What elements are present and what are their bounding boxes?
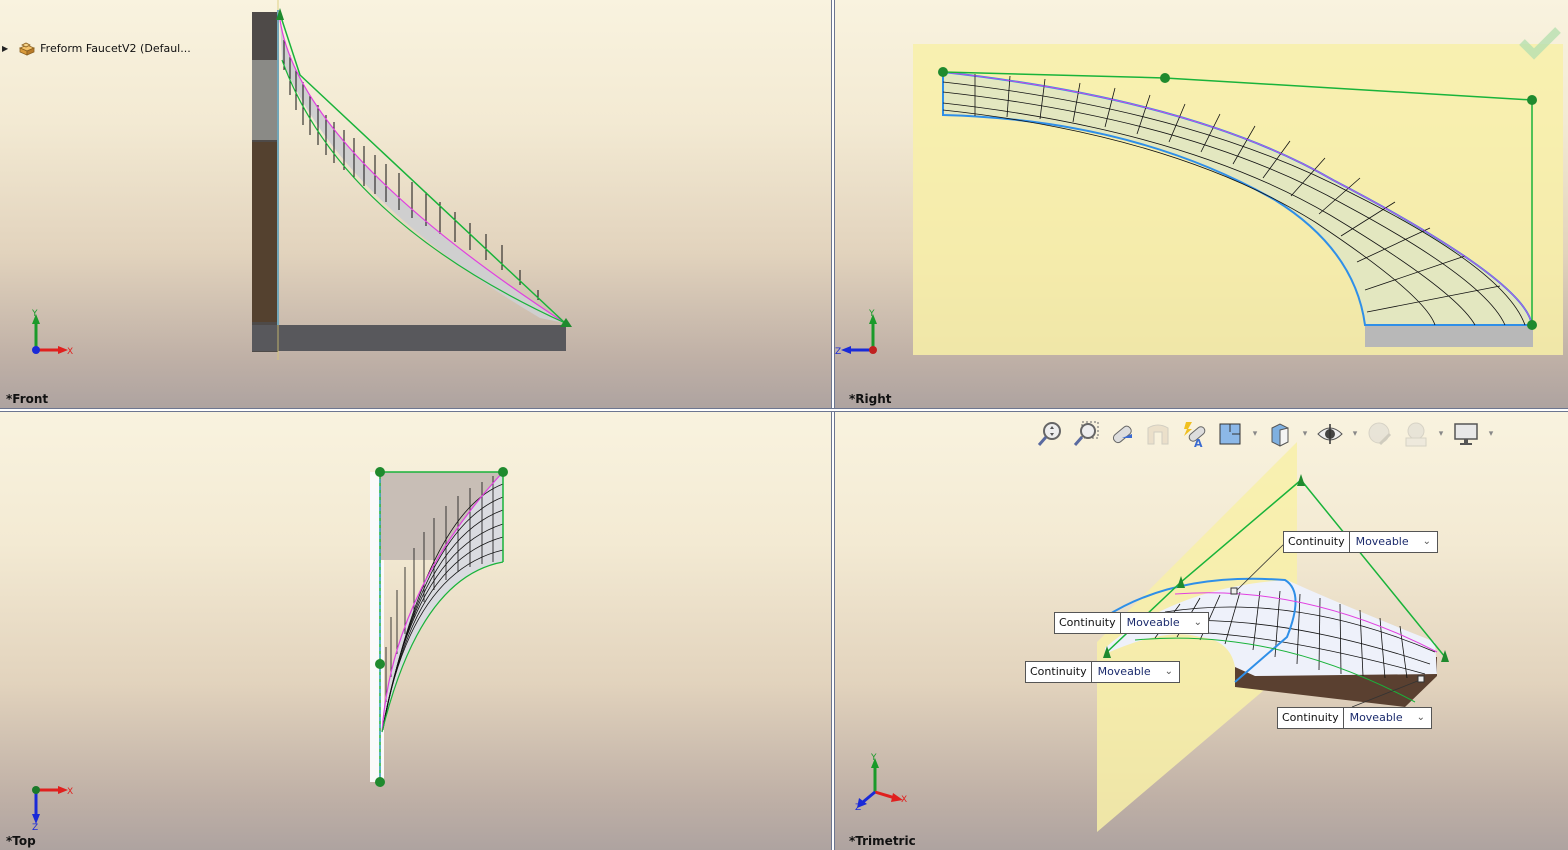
control-point xyxy=(498,467,508,477)
continuity-label: Continuity xyxy=(1026,662,1092,682)
checkmark-icon[interactable] xyxy=(1516,22,1564,62)
svg-text:X: X xyxy=(67,787,73,797)
continuity-callout: Continuity Moveable ⌄ xyxy=(1025,661,1181,683)
viewport-label-trimetric: *Trimetric xyxy=(849,834,916,848)
control-polygon xyxy=(279,13,566,324)
continuity-dropdown[interactable]: Moveable ⌄ xyxy=(1344,708,1431,728)
triad-trimetric: Y X Z xyxy=(855,753,907,812)
viewport-label-front: *Front xyxy=(6,392,49,406)
svg-text:X: X xyxy=(67,347,73,357)
triad-front: Y X xyxy=(31,309,73,357)
svg-text:Z: Z xyxy=(835,347,841,357)
continuity-callout: Continuity Moveable ⌄ xyxy=(1054,612,1210,634)
svg-text:Y: Y xyxy=(868,309,875,319)
continuity-dropdown[interactable]: Moveable ⌄ xyxy=(1092,662,1179,682)
svg-text:Z: Z xyxy=(855,803,861,812)
viewport-top[interactable]: X Z *Top xyxy=(0,412,831,850)
svg-text:X: X xyxy=(901,795,907,805)
continuity-callout: Continuity Moveable ⌄ xyxy=(1283,531,1439,553)
continuity-dropdown[interactable]: Moveable ⌄ xyxy=(1121,613,1208,633)
chevron-down-icon: ⌄ xyxy=(1422,536,1432,547)
chevron-down-icon: ⌄ xyxy=(1164,666,1174,677)
right-view-geometry xyxy=(913,44,1563,355)
viewport-label-right: *Right xyxy=(849,392,892,406)
triad-top: X Z xyxy=(32,786,73,830)
viewport-splitter-horizontal[interactable] xyxy=(0,408,1568,412)
front-view-geometry xyxy=(252,0,572,360)
viewport-splitter-vertical[interactable] xyxy=(831,0,835,850)
control-point xyxy=(938,67,948,77)
viewport-front[interactable]: ▶ Freform FaucetV2 (Defaul... Y X *Front xyxy=(0,0,831,408)
continuity-callout: Continuity Moveable ⌄ xyxy=(1277,707,1433,729)
control-point xyxy=(375,659,385,669)
continuity-label: Continuity xyxy=(1284,532,1350,552)
continuity-label: Continuity xyxy=(1055,613,1121,633)
svg-text:Y: Y xyxy=(870,753,877,763)
control-point xyxy=(1160,73,1170,83)
top-view-geometry xyxy=(370,467,508,787)
continuity-dropdown[interactable]: Moveable ⌄ xyxy=(1350,532,1437,552)
base-block-bottom xyxy=(252,325,566,351)
control-point xyxy=(1297,474,1305,486)
continuity-label: Continuity xyxy=(1278,708,1344,728)
triad-right: Y Z xyxy=(835,309,877,357)
viewport-trimetric[interactable]: A ▾ ▾ ▾ ▾ ▾ Continuity Moveable ⌄ Contin… xyxy=(835,412,1568,850)
viewport-label-top: *Top xyxy=(6,834,36,848)
control-point xyxy=(375,467,385,477)
svg-text:Z: Z xyxy=(32,823,38,830)
chevron-down-icon: ⌄ xyxy=(1416,712,1426,723)
control-point xyxy=(1527,95,1537,105)
viewport-right[interactable]: Y Z *Right xyxy=(835,0,1568,408)
control-point xyxy=(375,777,385,787)
chevron-down-icon: ⌄ xyxy=(1193,617,1203,628)
surface-patch xyxy=(280,20,565,323)
control-point xyxy=(1527,320,1537,330)
svg-text:Y: Y xyxy=(31,309,38,319)
